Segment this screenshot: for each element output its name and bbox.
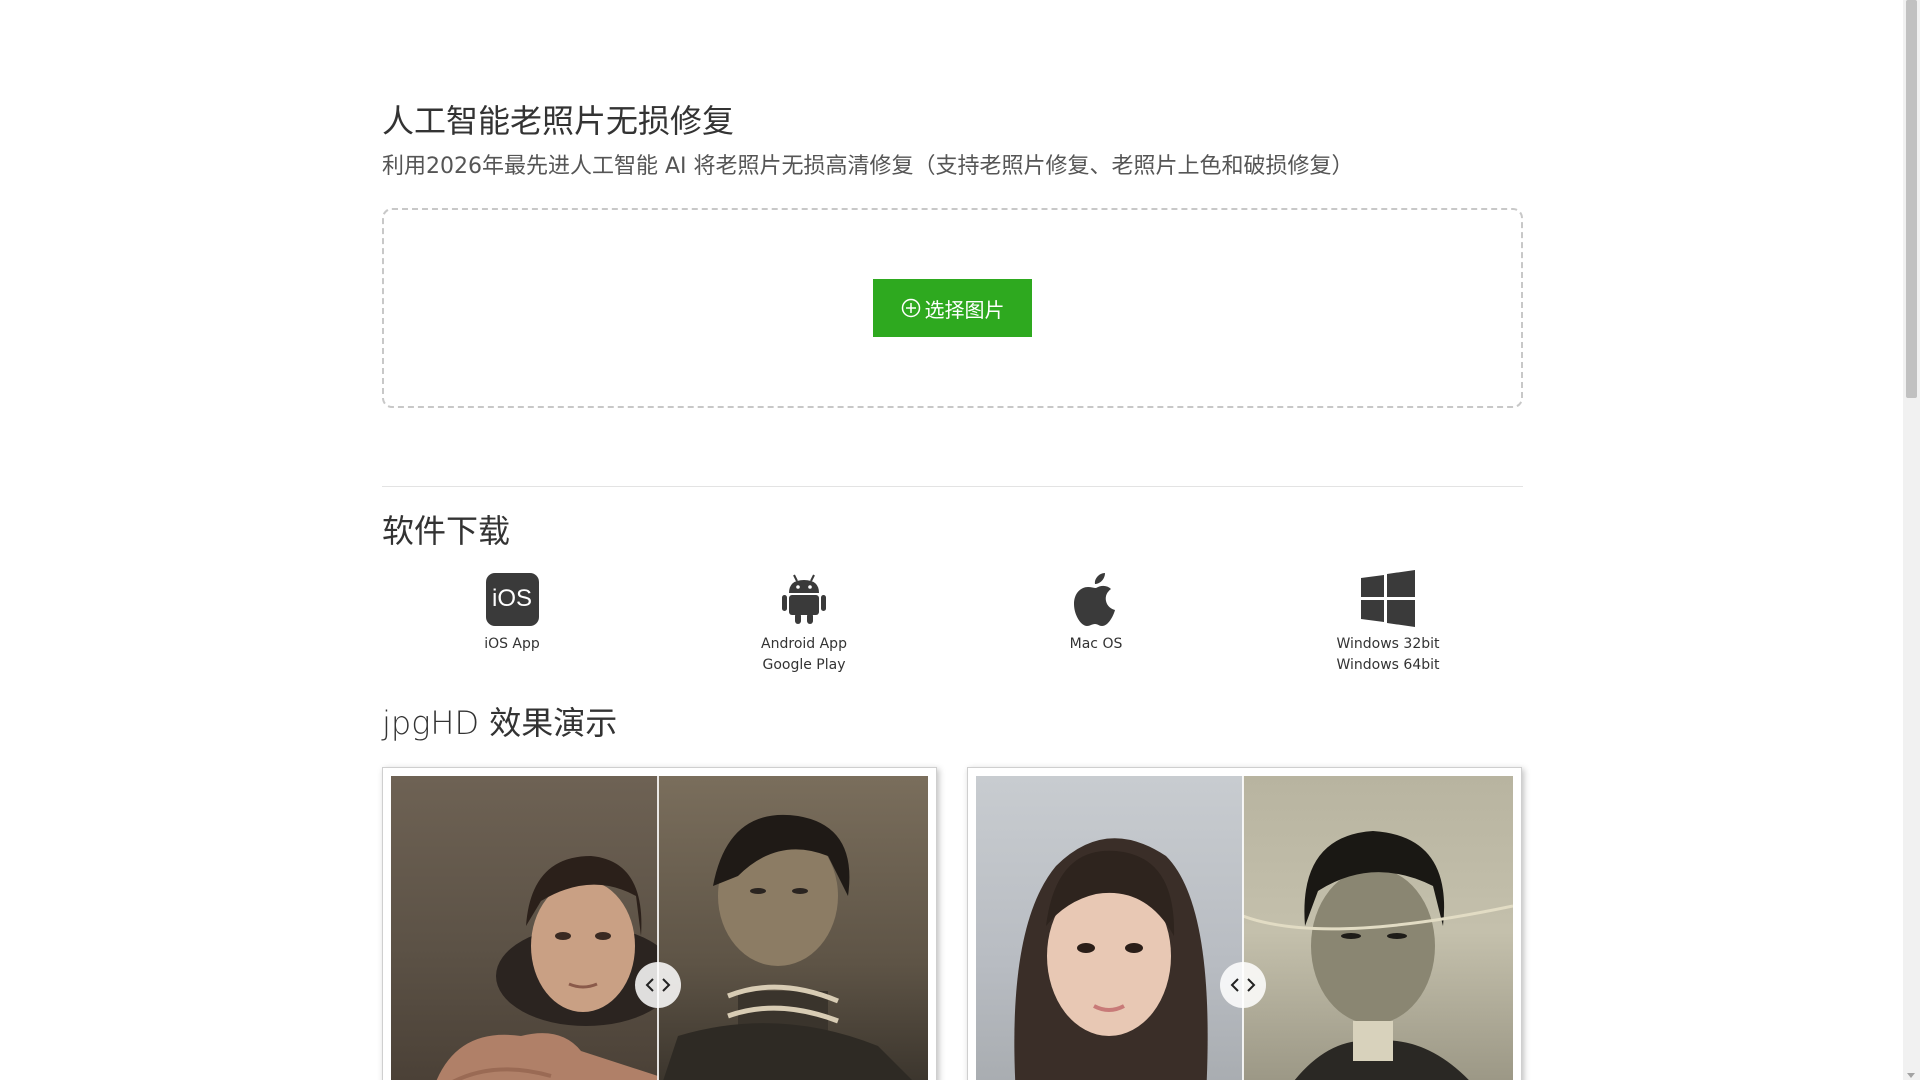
restored-photo (391, 776, 676, 1080)
original-photo (658, 776, 928, 1080)
download-windows[interactable]: Windows 32bit Windows 64bit (1288, 570, 1488, 676)
comparison-image-1 (391, 776, 928, 1080)
demo-card-2 (967, 767, 1522, 1080)
chevron-left-right-icon (645, 978, 671, 992)
comparison-slider-handle[interactable] (635, 962, 681, 1008)
page-subtitle: 利用2026年最先进人工智能 AI 将老照片无损高清修复（支持老照片修复、老照片… (382, 154, 1354, 179)
download-list: iOS iOS App Android App Google Play Mac … (382, 570, 1552, 680)
download-android-label: Android App Google Play (761, 636, 847, 673)
comparison-divider[interactable] (657, 776, 659, 1080)
original-photo (1242, 776, 1513, 1080)
ios-icon: iOS (485, 572, 539, 626)
upload-dropzone[interactable]: 选择图片 (382, 208, 1523, 408)
comparison-slider-handle[interactable] (1220, 962, 1266, 1008)
comparison-image-2 (976, 776, 1513, 1080)
restored-photo (976, 776, 1243, 1080)
plus-circle-icon (901, 298, 920, 318)
section-divider (382, 486, 1523, 487)
select-image-label: 选择图片 (924, 297, 1005, 322)
apple-icon (1074, 573, 1115, 626)
chevron-left-right-icon (1230, 978, 1256, 992)
comparison-divider[interactable] (1242, 776, 1244, 1080)
download-mac[interactable]: Mac OS (996, 570, 1196, 655)
select-image-button[interactable]: 选择图片 (873, 279, 1032, 337)
vertical-scrollbar[interactable] (1903, 0, 1920, 1080)
download-windows-label: Windows 32bit Windows 64bit (1336, 636, 1440, 673)
download-android[interactable]: Android App Google Play (704, 570, 904, 676)
scrollbar-thumb[interactable] (1906, 0, 1917, 398)
android-icon (782, 574, 826, 624)
windows-icon (1361, 570, 1415, 627)
downloads-heading: 软件下载 (382, 512, 511, 550)
download-mac-label: Mac OS (1069, 636, 1123, 652)
page: 人工智能老照片无损修复 利用2026年最先进人工智能 AI 将老照片无损高清修复… (0, 0, 1920, 1080)
page-title: 人工智能老照片无损修复 (382, 102, 735, 140)
download-ios[interactable]: iOS iOS App (412, 570, 612, 655)
demo-heading: jpgHD 效果演示 (382, 704, 618, 742)
demo-card-1 (382, 767, 937, 1080)
download-ios-label: iOS App (484, 636, 540, 652)
scroll-down-arrow-icon[interactable] (1907, 1073, 1915, 1078)
